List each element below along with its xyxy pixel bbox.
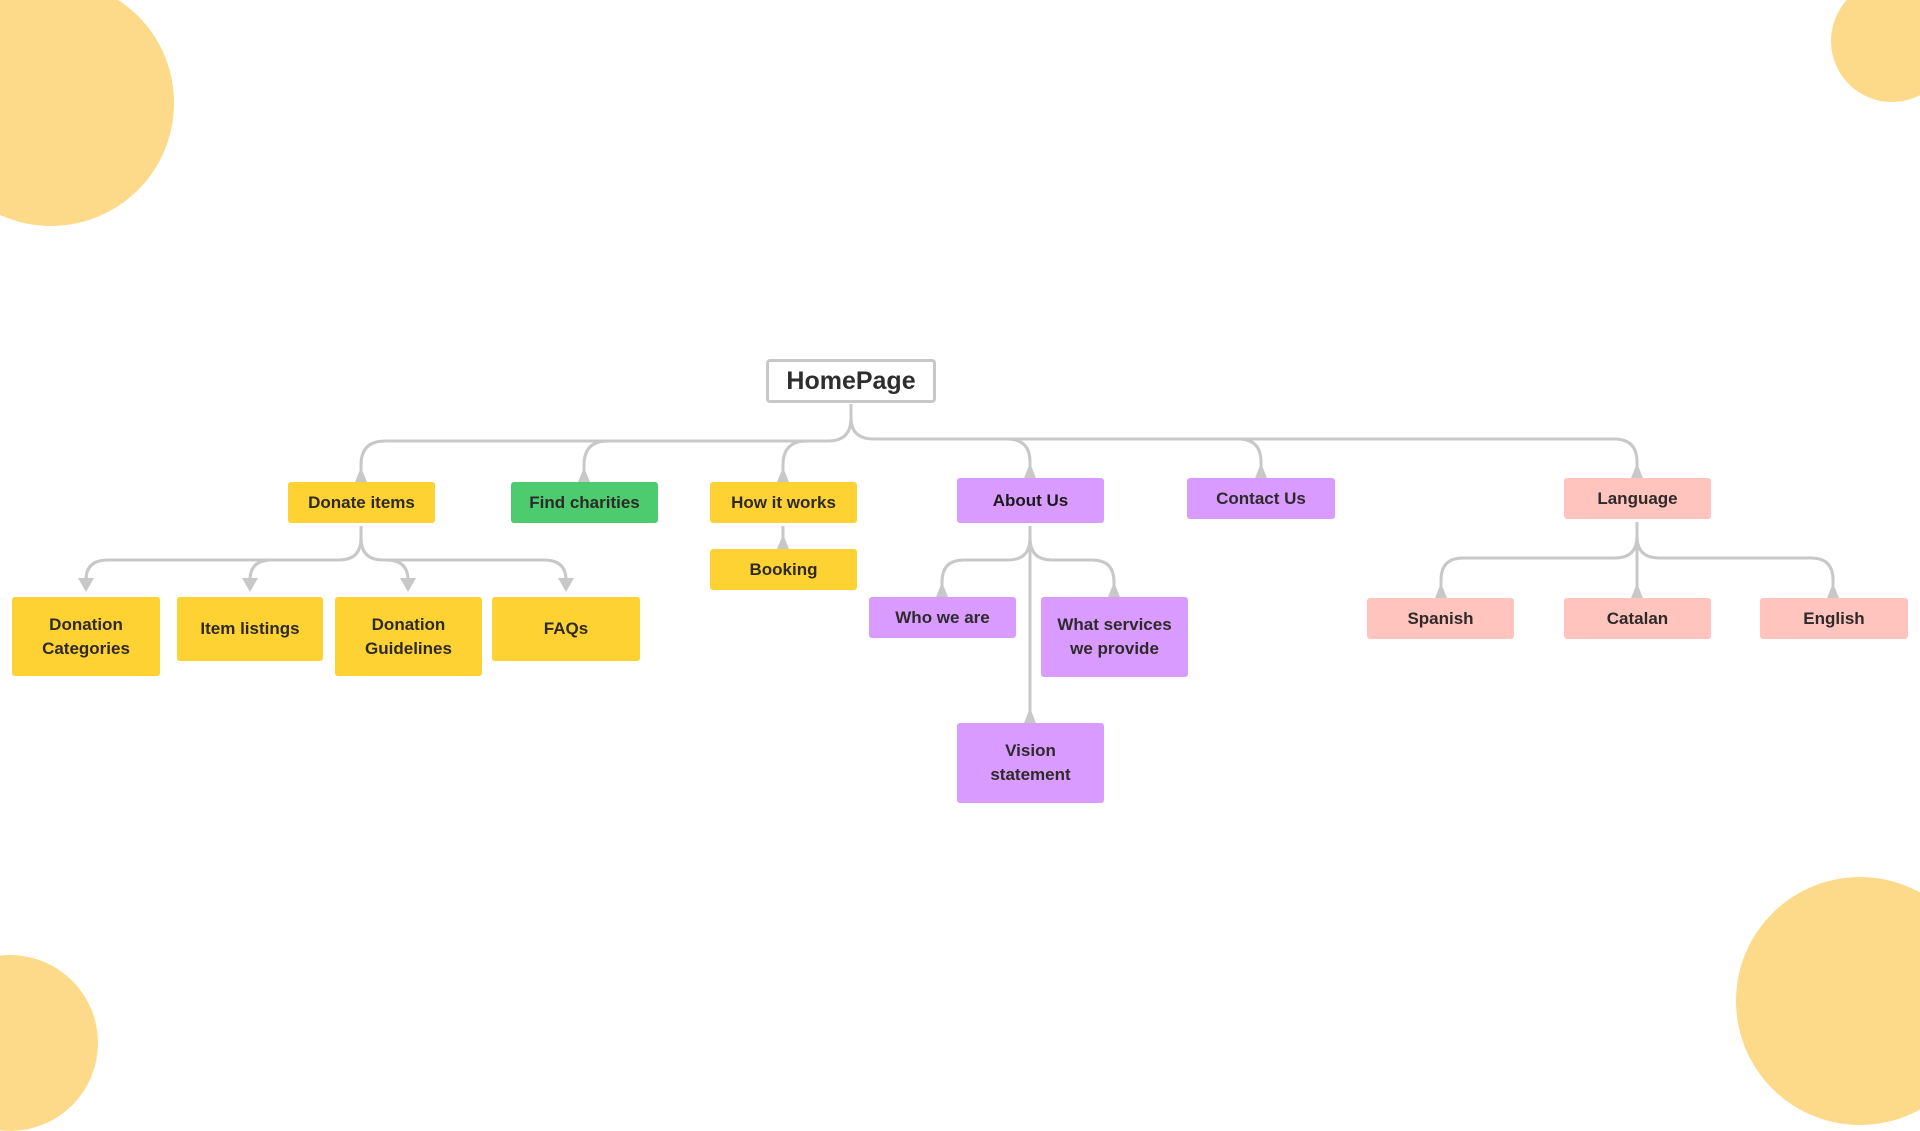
connector-homepage-contact-us [1007,437,1263,466]
node-faqs[interactable]: FAQs [492,597,640,661]
node-english[interactable]: English [1760,598,1908,639]
connector-homepage-language [1238,437,1639,466]
node-donation-categories[interactable]: Donation Categories [12,597,160,676]
node-vision-statement[interactable]: Vision statement [957,723,1104,803]
connector-donate-items-item-listings [248,558,273,581]
node-catalan[interactable]: Catalan [1564,598,1711,639]
node-homepage[interactable]: HomePage [766,359,936,403]
connector-donate-items-donation-categories [84,526,363,581]
node-language[interactable]: Language [1564,478,1711,519]
arrow-icon [1108,582,1120,597]
arrow-icon [936,582,948,597]
arrow-icon [400,578,416,592]
connector-about-us-what-services [1028,537,1116,586]
connector-about-us-who-we-are [940,526,1032,586]
connector-donate-items-faqs [386,558,568,581]
connector-language-english [1635,535,1835,586]
node-spanish[interactable]: Spanish [1367,598,1514,639]
arrow-icon [78,578,94,592]
node-about-us[interactable]: About Us [957,478,1104,523]
arrow-icon [578,467,590,482]
node-contact-us[interactable]: Contact Us [1187,478,1335,519]
node-what-services[interactable]: What services we provide [1041,597,1188,677]
arrow-icon [1631,583,1643,598]
node-who-we-are[interactable]: Who we are [869,597,1016,638]
arrow-icon [1255,463,1267,478]
arrow-icon [1827,583,1839,598]
arrow-icon [1631,463,1643,478]
arrow-icon [355,467,367,482]
connector-language-spanish [1439,522,1639,586]
node-donation-guidelines[interactable]: Donation Guidelines [335,597,482,676]
arrow-icon [1024,708,1036,723]
connector-homepage-find-charities [582,439,609,470]
arrow-icon [1435,583,1447,598]
connector-homepage-how-it-works [781,439,808,470]
connector-homepage-donate-items [359,404,853,470]
arrow-icon [777,467,789,482]
arrow-icon [1024,463,1036,478]
connector-homepage-about-us [849,417,1032,466]
node-donate-items[interactable]: Donate items [288,482,435,523]
arrow-icon [777,534,789,549]
arrow-icon [558,578,574,592]
node-booking[interactable]: Booking [710,549,857,590]
node-how-it-works[interactable]: How it works [710,482,857,523]
connector-layer [78,404,1839,723]
node-item-listings[interactable]: Item listings [177,597,323,661]
node-find-charities[interactable]: Find charities [511,482,658,523]
arrow-icon [242,578,258,592]
